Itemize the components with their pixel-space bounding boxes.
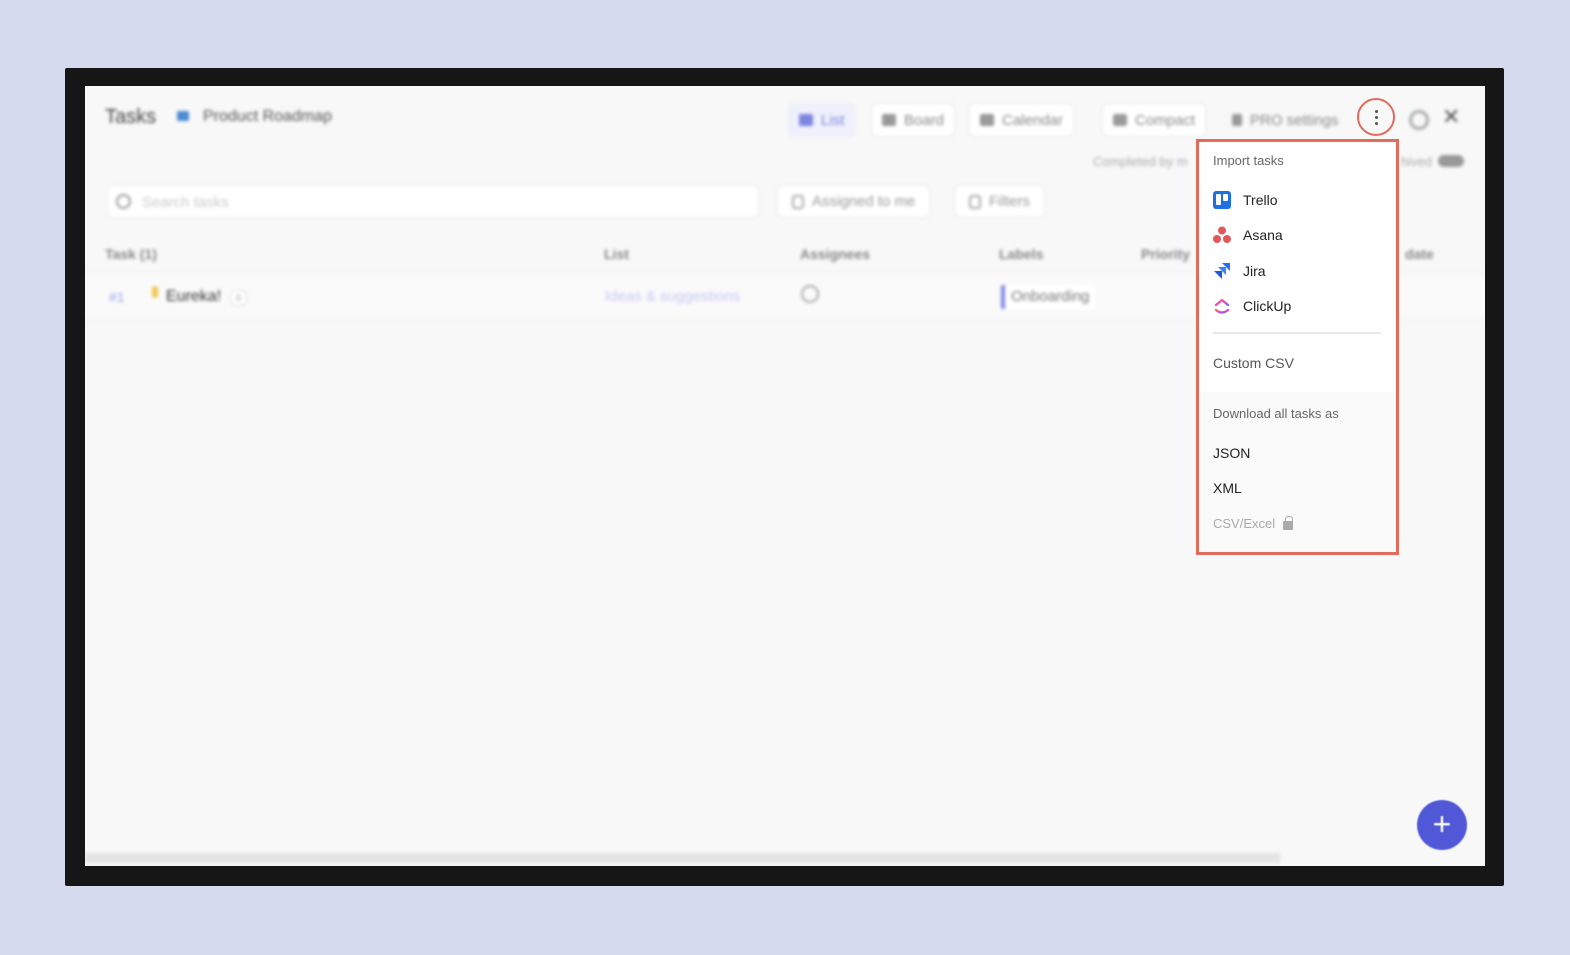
pro-settings-button[interactable]: PRO settings	[1221, 103, 1349, 137]
assigned-to-me-button[interactable]: Assigned to me	[777, 185, 931, 218]
lightbulb-icon	[152, 286, 158, 298]
jira-icon	[1214, 263, 1230, 279]
assigned-label: Assigned to me	[812, 193, 916, 210]
calendar-view-label: Calendar	[1002, 111, 1063, 129]
asana-icon	[1213, 226, 1231, 243]
menu-divider	[1213, 332, 1381, 334]
import-asana-item[interactable]: Asana	[1213, 226, 1283, 244]
search-input[interactable]: Search tasks	[107, 185, 759, 218]
archived-text: hived	[1401, 154, 1433, 169]
user-icon	[792, 194, 804, 209]
search-icon	[116, 194, 131, 209]
task-list-name[interactable]: Ideas & suggestions	[605, 288, 740, 305]
import-export-menu: Import tasks Trello Asana Jira ClickUp C…	[1196, 139, 1399, 555]
list-view-button[interactable]: List	[788, 103, 856, 137]
horizontal-scrollbar[interactable]	[85, 853, 1280, 863]
filter-icon	[969, 194, 981, 209]
clickup-icon	[1214, 298, 1230, 314]
import-trello-item[interactable]: Trello	[1213, 191, 1278, 209]
column-header-list[interactable]: List	[604, 246, 629, 262]
column-header-date[interactable]: date	[1405, 246, 1434, 262]
compact-icon	[1113, 114, 1127, 126]
lock-icon	[1232, 114, 1242, 126]
list-icon	[799, 114, 813, 126]
download-xml-item[interactable]: XML	[1213, 480, 1242, 496]
jira-label: Jira	[1243, 263, 1266, 279]
csv-excel-label: CSV/Excel	[1213, 516, 1276, 531]
project-name[interactable]: Product Roadmap	[203, 108, 332, 126]
asana-label: Asana	[1243, 227, 1283, 243]
download-section: Download all tasks as JSON XML CSV/Excel	[1199, 392, 1396, 552]
search-placeholder: Search tasks	[142, 194, 229, 211]
more-vertical-icon	[1374, 109, 1378, 125]
more-options-button[interactable]	[1357, 98, 1395, 136]
column-header-assignees[interactable]: Assignees	[800, 246, 870, 262]
board-view-button[interactable]: Board	[871, 103, 956, 137]
compact-view-button[interactable]: Compact	[1102, 103, 1207, 137]
board-view-label: Board	[904, 111, 945, 129]
archived-toggle[interactable]	[1438, 155, 1464, 167]
column-header-labels[interactable]: Labels	[999, 246, 1043, 262]
list-view-label: List	[821, 111, 845, 129]
trello-label: Trello	[1243, 192, 1278, 208]
column-header-priority[interactable]: Priority	[1141, 246, 1190, 262]
project-icon	[177, 111, 189, 121]
xml-label: XML	[1213, 480, 1242, 496]
gear-icon[interactable]	[1409, 110, 1429, 130]
trello-icon	[1213, 191, 1231, 209]
close-icon[interactable]: ✕	[1442, 104, 1460, 130]
compact-view-label: Compact	[1135, 111, 1196, 129]
import-jira-item[interactable]: Jira	[1213, 262, 1266, 280]
download-csv-excel-item[interactable]: CSV/Excel	[1213, 515, 1294, 531]
clickup-label: ClickUp	[1243, 298, 1292, 314]
lock-icon	[1283, 515, 1294, 530]
calendar-icon	[980, 114, 994, 126]
completed-by-me-text: Completed by m	[1093, 154, 1188, 169]
add-task-button[interactable]: +	[1417, 800, 1467, 850]
board-icon	[882, 114, 896, 126]
task-label[interactable]: Onboarding	[1001, 285, 1096, 309]
custom-csv-item[interactable]: Custom CSV	[1213, 355, 1294, 371]
page-title: Tasks	[105, 106, 157, 128]
calendar-view-button[interactable]: Calendar	[969, 103, 1074, 137]
column-header-task[interactable]: Task (1)	[105, 246, 157, 262]
import-clickup-item[interactable]: ClickUp	[1213, 297, 1291, 315]
download-json-item[interactable]: JSON	[1213, 445, 1250, 461]
task-title[interactable]: Eureka!	[166, 288, 221, 306]
subtask-count-badge: 0	[230, 290, 247, 306]
filters-button[interactable]: Filters	[954, 185, 1045, 218]
download-heading: Download all tasks as	[1213, 406, 1339, 421]
import-tasks-heading: Import tasks	[1213, 153, 1284, 168]
json-label: JSON	[1213, 445, 1251, 461]
custom-csv-label: Custom CSV	[1213, 355, 1294, 371]
filters-label: Filters	[989, 193, 1030, 210]
pro-settings-label: PRO settings	[1250, 111, 1339, 129]
task-number: #1	[109, 289, 125, 305]
add-assignee-icon[interactable]	[801, 285, 819, 303]
